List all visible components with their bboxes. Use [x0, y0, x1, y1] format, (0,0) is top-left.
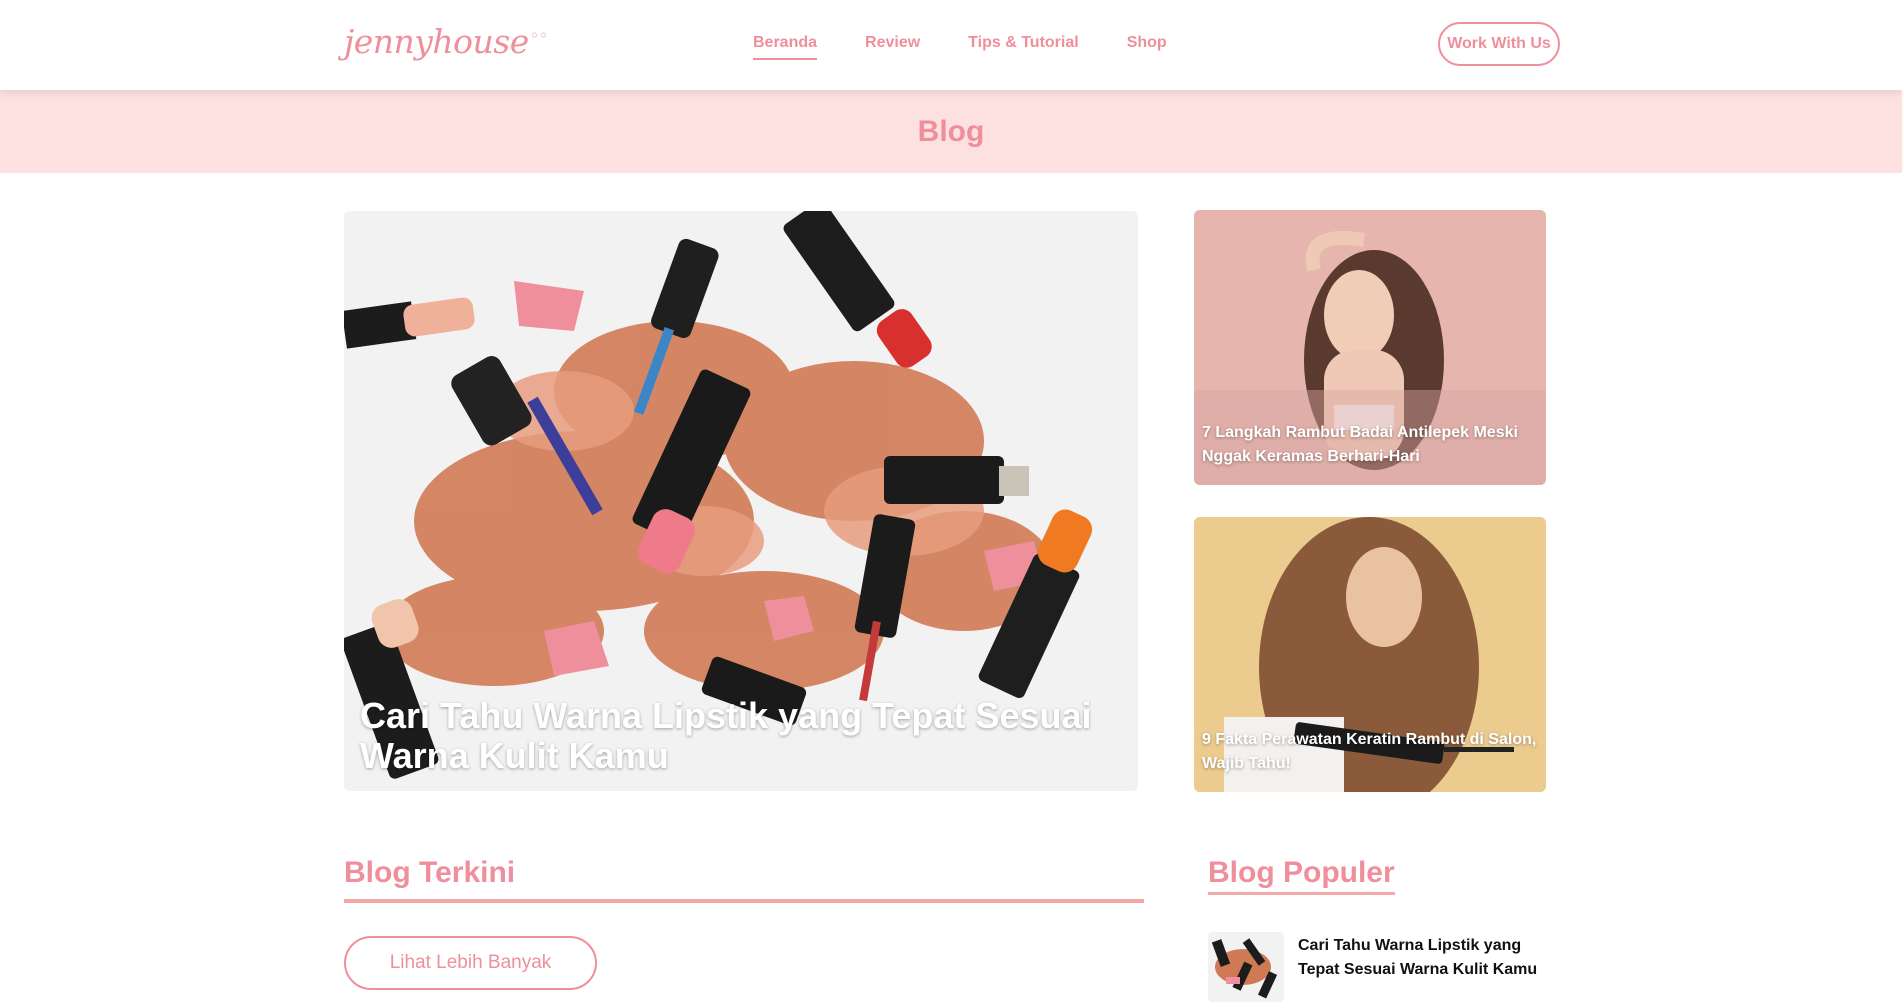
popular-item-thumbnail[interactable]: [1208, 932, 1284, 1002]
page-banner: Blog: [0, 90, 1902, 173]
see-more-button[interactable]: Lihat Lebih Banyak: [344, 936, 597, 990]
nav-item-review[interactable]: Review: [865, 34, 920, 60]
lipstick-thumbnail-image: [1208, 932, 1284, 1002]
page-title: Blog: [917, 114, 985, 148]
blog-populer-heading: Blog Populer: [1208, 856, 1395, 895]
logo-dots-icon: ◦◦: [529, 26, 548, 45]
work-with-us-button[interactable]: Work With Us: [1438, 22, 1560, 66]
site-logo[interactable]: jennyhouse◦◦: [344, 22, 548, 61]
featured-main-card[interactable]: Cari Tahu Warna Lipstik yang Tepat Sesua…: [344, 211, 1138, 791]
featured-main-title[interactable]: Cari Tahu Warna Lipstik yang Tepat Sesua…: [360, 696, 1100, 776]
popular-item-title[interactable]: Cari Tahu Warna Lipstik yang Tepat Sesua…: [1298, 934, 1548, 982]
main-nav: Beranda Review Tips & Tutorial Shop: [753, 34, 1167, 60]
blog-terkini-divider: [344, 899, 1144, 903]
side-card-1-title[interactable]: 7 Langkah Rambut Badai Antilepek Meski N…: [1202, 421, 1532, 469]
blog-terkini-heading: Blog Terkini: [344, 856, 516, 889]
nav-item-shop[interactable]: Shop: [1127, 34, 1167, 60]
featured-side-card-2[interactable]: 9 Fakta Perawatan Keratin Rambut di Salo…: [1194, 517, 1546, 792]
featured-side-card-1[interactable]: 7 Langkah Rambut Badai Antilepek Meski N…: [1194, 210, 1546, 485]
site-header: jennyhouse◦◦ Beranda Review Tips & Tutor…: [0, 0, 1902, 90]
nav-item-tips-tutorial[interactable]: Tips & Tutorial: [968, 34, 1079, 60]
popular-list-item[interactable]: Cari Tahu Warna Lipstik yang Tepat Sesua…: [1208, 932, 1548, 1002]
nav-item-beranda[interactable]: Beranda: [753, 34, 818, 60]
logo-text: jennyhouse: [344, 22, 529, 61]
side-card-2-title[interactable]: 9 Fakta Perawatan Keratin Rambut di Salo…: [1202, 728, 1542, 776]
